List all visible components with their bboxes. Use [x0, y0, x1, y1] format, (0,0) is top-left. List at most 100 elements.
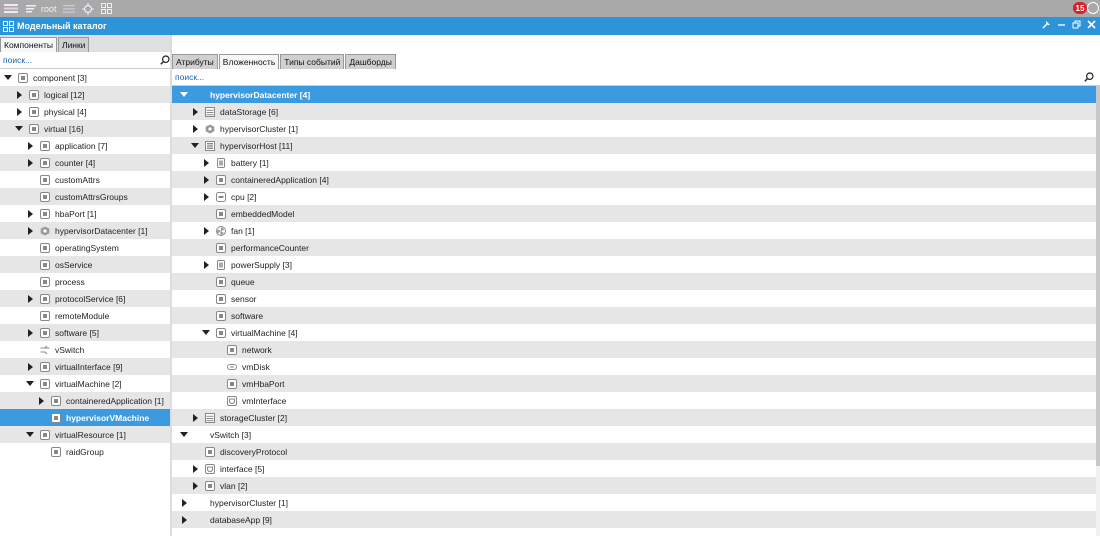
tree-row[interactable]: virtual [16]: [0, 120, 170, 137]
expand-arrow-icon[interactable]: [37, 396, 45, 406]
tree-row[interactable]: osService: [0, 256, 170, 273]
tab-attributes[interactable]: Атрибуты: [172, 54, 218, 69]
expand-arrow-icon[interactable]: [180, 498, 188, 508]
tree-row[interactable]: virtualMachine [2]: [0, 375, 170, 392]
tree-row[interactable]: raidGroup: [0, 443, 170, 460]
tree-row[interactable]: cpu [2]: [172, 188, 1098, 205]
tree-row[interactable]: dataStorage [6]: [172, 103, 1098, 120]
expand-arrow-icon[interactable]: [202, 226, 210, 236]
search-icon[interactable]: [1084, 72, 1094, 82]
tree-row[interactable]: protocolService [6]: [0, 290, 170, 307]
expand-arrow-icon[interactable]: [191, 107, 199, 117]
tree-row[interactable]: virtualMachine [4]: [172, 324, 1098, 341]
tree-row[interactable]: powerSupply [3]: [172, 256, 1098, 273]
tree-row[interactable]: software [5]: [0, 324, 170, 341]
expand-arrow-icon[interactable]: [15, 90, 23, 100]
tree-row[interactable]: virtualInterface [9]: [0, 358, 170, 375]
tree-row[interactable]: hypervisorHost [11]: [172, 137, 1098, 154]
tree-row[interactable]: hbaPort [1]: [0, 205, 170, 222]
tree-row[interactable]: hypervisorCluster [1]: [172, 494, 1098, 511]
left-search-input[interactable]: [0, 52, 150, 68]
tree-row[interactable]: vmInterface: [172, 392, 1098, 409]
expand-arrow-icon[interactable]: [202, 158, 210, 168]
tree-row[interactable]: vmDisk: [172, 358, 1098, 375]
expand-arrow-icon[interactable]: [202, 192, 210, 202]
user-name[interactable]: root: [41, 0, 57, 17]
tab-links[interactable]: Линки: [57, 37, 90, 52]
tree-row[interactable]: performanceCounter: [172, 239, 1098, 256]
tree-row[interactable]: physical [4]: [0, 103, 170, 120]
expand-arrow-icon[interactable]: [191, 124, 199, 134]
tree-row[interactable]: vmHbaPort: [172, 375, 1098, 392]
expand-arrow-icon[interactable]: [202, 260, 210, 270]
tree-row[interactable]: fan [1]: [172, 222, 1098, 239]
collapse-arrow-icon[interactable]: [4, 73, 12, 83]
tree-row[interactable]: application [7]: [0, 137, 170, 154]
expand-arrow-icon[interactable]: [26, 226, 34, 236]
tab-event-types[interactable]: Типы событий: [280, 54, 345, 69]
tree-row[interactable]: interface [5]: [172, 460, 1098, 477]
tree-row[interactable]: virtualResource [1]: [0, 426, 170, 443]
alert-icon[interactable]: [1087, 2, 1099, 14]
tree-row[interactable]: queue: [172, 273, 1098, 290]
tree-row[interactable]: process: [0, 273, 170, 290]
collapse-arrow-icon[interactable]: [202, 328, 210, 338]
tree-row[interactable]: hypervisorCluster [1]: [172, 120, 1098, 137]
tree-row[interactable]: hypervisorVMachine: [0, 409, 170, 426]
collapse-arrow-icon[interactable]: [26, 430, 34, 440]
nesting-tree-scrollbar[interactable]: [1096, 86, 1100, 536]
tree-row[interactable]: hypervisorDatacenter [4]: [172, 86, 1098, 103]
list-icon[interactable]: [26, 0, 36, 17]
tree-row[interactable]: vlan [2]: [172, 477, 1098, 494]
tree-row[interactable]: counter [4]: [0, 154, 170, 171]
tree-row[interactable]: containeredApplication [1]: [0, 392, 170, 409]
tree-row[interactable]: containeredApplication [4]: [172, 171, 1098, 188]
tree-row[interactable]: vSwitch [3]: [172, 426, 1098, 443]
tree-row[interactable]: logical [12]: [0, 86, 170, 103]
tree-row[interactable]: battery [1]: [172, 154, 1098, 171]
expand-arrow-icon[interactable]: [26, 141, 34, 151]
expand-arrow-icon[interactable]: [26, 328, 34, 338]
restore-icon[interactable]: [1072, 20, 1081, 32]
tree-row[interactable]: vSwitch: [0, 341, 170, 358]
tree-row[interactable]: customAttrs: [0, 171, 170, 188]
tree-row[interactable]: customAttrsGroups: [0, 188, 170, 205]
notification-badge[interactable]: 15: [1073, 2, 1087, 14]
scrollbar-thumb[interactable]: [1096, 86, 1100, 466]
tree-row[interactable]: remoteModule: [0, 307, 170, 324]
grid-icon[interactable]: [101, 0, 112, 17]
tree-row[interactable]: sensor: [172, 290, 1098, 307]
expand-arrow-icon[interactable]: [15, 107, 23, 117]
collapse-arrow-icon[interactable]: [26, 379, 34, 389]
expand-arrow-icon[interactable]: [180, 515, 188, 525]
tab-nesting[interactable]: Вложенность: [218, 54, 280, 69]
expand-arrow-icon[interactable]: [191, 464, 199, 474]
search-icon[interactable]: [160, 55, 170, 65]
tree-row[interactable]: operatingSystem: [0, 239, 170, 256]
tree-row[interactable]: storageCluster [2]: [172, 409, 1098, 426]
expand-arrow-icon[interactable]: [26, 158, 34, 168]
collapse-arrow-icon[interactable]: [180, 90, 188, 100]
expand-arrow-icon[interactable]: [191, 481, 199, 491]
tree-row[interactable]: databaseApp [9]: [172, 511, 1098, 528]
tree-row[interactable]: hypervisorDatacenter [1]: [0, 222, 170, 239]
pin-icon[interactable]: [1042, 20, 1051, 32]
tree-row[interactable]: software: [172, 307, 1098, 324]
tree-row[interactable]: component [3]: [0, 69, 170, 86]
close-icon[interactable]: [1087, 20, 1096, 32]
expand-arrow-icon[interactable]: [191, 413, 199, 423]
app-menu-icon[interactable]: [4, 0, 18, 17]
tab-dashboards[interactable]: Дашборды: [345, 54, 396, 69]
expand-arrow-icon[interactable]: [26, 294, 34, 304]
target-icon[interactable]: [82, 0, 94, 17]
collapse-arrow-icon[interactable]: [191, 141, 199, 151]
tree-row[interactable]: discoveryProtocol: [172, 443, 1098, 460]
tree-row[interactable]: embeddedModel: [172, 205, 1098, 222]
expand-arrow-icon[interactable]: [26, 362, 34, 372]
list-icon[interactable]: [63, 0, 75, 17]
expand-arrow-icon[interactable]: [26, 209, 34, 219]
tree-row[interactable]: network: [172, 341, 1098, 358]
right-search-input[interactable]: [172, 69, 1062, 85]
collapse-arrow-icon[interactable]: [180, 430, 188, 440]
collapse-arrow-icon[interactable]: [15, 124, 23, 134]
